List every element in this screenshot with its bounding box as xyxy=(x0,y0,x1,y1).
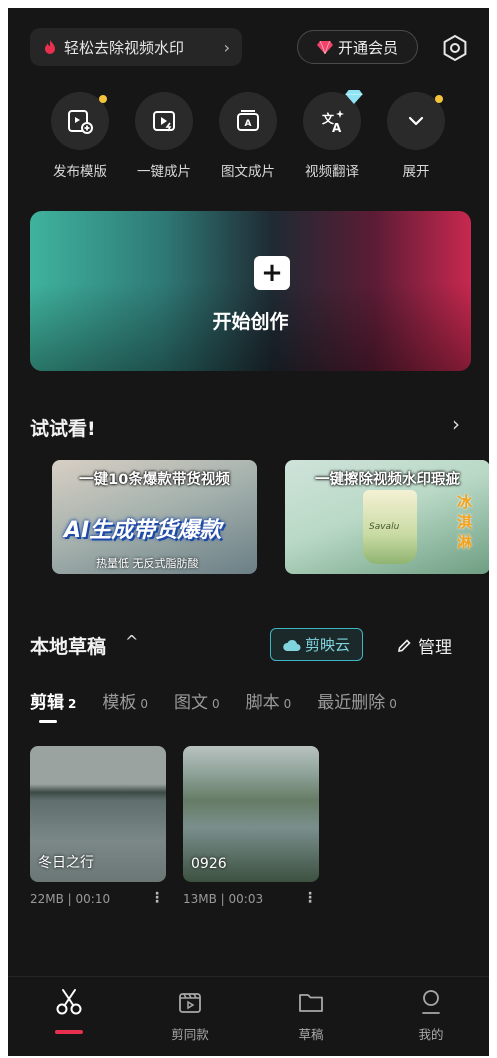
tool-one-click-video[interactable]: 一键成片 xyxy=(122,92,206,180)
cloud-icon xyxy=(283,639,301,651)
nav-same-style[interactable]: 剪同款 xyxy=(145,986,235,1043)
nav-profile[interactable]: 我的 xyxy=(386,986,476,1043)
tool-label: 发布模版 xyxy=(53,164,107,180)
draft-thumbnail[interactable]: 0926 xyxy=(183,746,319,882)
tool-label: 一键成片 xyxy=(137,164,191,180)
nav-divider xyxy=(8,976,489,977)
diamond-icon xyxy=(316,40,333,54)
tab-label: 剪辑 xyxy=(30,693,64,713)
tab-count: 2 xyxy=(68,697,77,711)
tool-video-translate[interactable]: 文A 视频翻译 xyxy=(290,90,374,180)
tool-publish-template[interactable]: 发布模版 xyxy=(38,92,122,180)
new-badge-dot xyxy=(99,95,107,103)
chevron-up-icon[interactable]: ^ xyxy=(125,632,138,651)
active-tab-indicator xyxy=(39,720,57,723)
cloud-button[interactable]: 剪映云 xyxy=(270,628,363,661)
manage-label: 管理 xyxy=(418,638,452,658)
chevron-down-icon xyxy=(408,116,424,126)
nav-active-indicator xyxy=(55,1030,83,1034)
card-sub-text: 热量低 无反式脂肪酸 xyxy=(96,557,199,570)
plus-icon: + xyxy=(254,256,290,290)
tab-image-text[interactable]: 图文 0 xyxy=(174,688,220,713)
cloud-label: 剪映云 xyxy=(304,636,350,654)
one-click-video-icon xyxy=(153,111,175,132)
scissors-icon xyxy=(56,989,82,1015)
tab-label: 图文 xyxy=(174,693,208,713)
tab-count: 0 xyxy=(212,697,220,711)
diamond-icon xyxy=(345,90,363,104)
tool-image-text-video[interactable]: A 图文成片 xyxy=(206,92,290,180)
card-side-text: 冰淇淋 xyxy=(457,493,473,551)
clapper-icon xyxy=(179,993,201,1013)
nav-label: 草稿 xyxy=(298,1027,324,1042)
try-card-watermark-removal[interactable]: Savalu 冰淇淋 一键擦除视频水印瑕疵 xyxy=(285,460,489,574)
edit-icon xyxy=(398,638,411,652)
nav-drafts[interactable]: 草稿 xyxy=(266,986,356,1043)
vip-label: 开通会员 xyxy=(337,38,398,57)
tab-recently-deleted[interactable]: 最近删除 0 xyxy=(317,688,397,713)
tool-expand[interactable]: 展开 xyxy=(374,92,458,180)
start-creating-button[interactable]: + 开始创作 xyxy=(30,211,471,371)
card-title: 一键擦除视频水印瑕疵 xyxy=(315,472,460,488)
draft-item[interactable]: 冬日之行 22MB | 00:10 ⋮ xyxy=(30,746,166,906)
svg-text:A: A xyxy=(245,119,252,129)
chevron-right-icon: › xyxy=(223,38,230,57)
tab-label: 脚本 xyxy=(245,693,280,713)
profile-icon xyxy=(422,990,440,1014)
draft-name: 0926 xyxy=(191,856,227,872)
image-text-video-icon: A xyxy=(237,110,259,131)
draft-meta: 22MB | 00:10 xyxy=(30,892,111,906)
drafts-tabs: 剪辑 2 模板 0 图文 0 脚本 0 最近删除 0 xyxy=(30,688,423,718)
watermark-promo-banner[interactable]: 轻松去除视频水印 › xyxy=(30,28,242,66)
tab-edit[interactable]: 剪辑 2 xyxy=(30,688,76,713)
app-screen: 轻松去除视频水印 › 开通会员 发布模版 一键成片 A 图文成片 文A 视频翻译 xyxy=(8,8,489,1056)
try-section-title: 试试看! xyxy=(30,418,96,440)
tab-label: 最近删除 xyxy=(317,693,386,713)
nav-edit[interactable] xyxy=(24,986,114,1018)
cup-label: Savalu xyxy=(369,522,400,532)
start-creating-label: 开始创作 xyxy=(212,311,289,333)
local-drafts-title: 本地草稿 xyxy=(30,636,107,658)
draft-item[interactable]: 0926 13MB | 00:03 ⋮ xyxy=(183,746,319,906)
nav-label: 我的 xyxy=(418,1027,444,1042)
tab-label: 模板 xyxy=(102,693,137,713)
flame-icon xyxy=(45,39,55,54)
vip-button[interactable]: 开通会员 xyxy=(297,30,418,64)
draft-name: 冬日之行 xyxy=(38,855,94,871)
nav-label: 剪同款 xyxy=(171,1027,209,1042)
card-big-text: AI生成带货爆款 xyxy=(64,518,222,543)
promo-text: 轻松去除视频水印 xyxy=(64,38,185,57)
tab-count: 0 xyxy=(140,697,148,711)
card-title: 一键10条爆款带货视频 xyxy=(79,472,230,488)
tab-scripts[interactable]: 脚本 0 xyxy=(246,688,292,713)
settings-icon[interactable] xyxy=(441,34,469,62)
tool-label: 展开 xyxy=(402,164,430,180)
more-options-icon[interactable]: ⋮ xyxy=(303,890,317,906)
tab-templates[interactable]: 模板 0 xyxy=(102,688,148,713)
tab-count: 0 xyxy=(283,697,292,711)
chevron-right-icon[interactable]: › xyxy=(452,412,460,436)
tab-count: 0 xyxy=(389,697,397,711)
manage-button[interactable]: 管理 xyxy=(396,633,452,658)
new-badge-dot xyxy=(435,95,443,103)
folder-icon xyxy=(299,994,323,1012)
try-card-ai-ads[interactable]: 一键10条爆款带货视频 AI生成带货爆款 热量低 无反式脂肪酸 xyxy=(52,460,257,574)
draft-meta: 13MB | 00:03 xyxy=(183,892,264,906)
svg-text:A: A xyxy=(332,121,342,135)
draft-thumbnail[interactable]: 冬日之行 xyxy=(30,746,166,882)
publish-template-icon xyxy=(68,110,93,134)
translate-icon: 文A xyxy=(322,110,344,135)
tool-label: 视频翻译 xyxy=(305,164,359,180)
tool-label: 图文成片 xyxy=(221,164,275,180)
more-options-icon[interactable]: ⋮ xyxy=(150,890,164,906)
